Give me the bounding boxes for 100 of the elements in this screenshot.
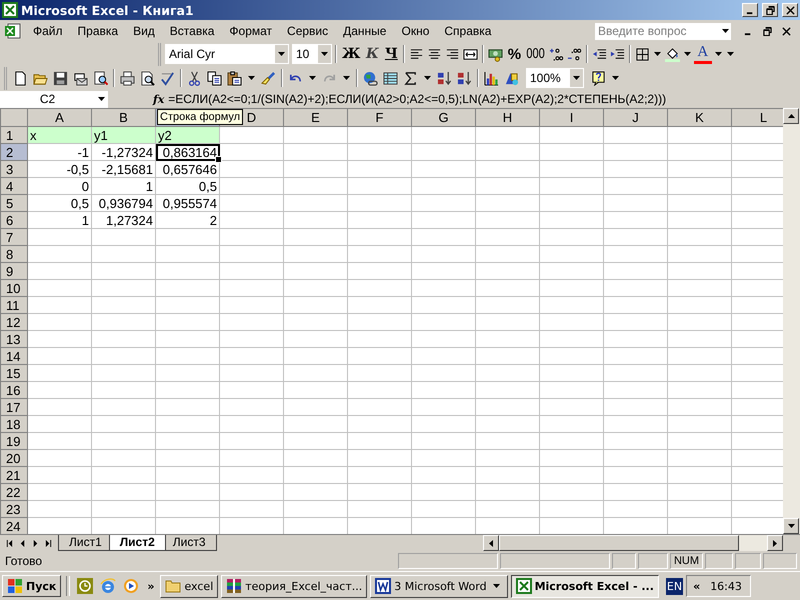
caret-icon[interactable] bbox=[309, 76, 316, 80]
start-button[interactable]: Пуск bbox=[2, 575, 62, 597]
percent-button[interactable]: % bbox=[505, 43, 524, 65]
scroll-down-icon[interactable] bbox=[788, 524, 794, 528]
column-header[interactable]: A bbox=[28, 108, 92, 126]
name-box[interactable]: C2 bbox=[0, 90, 108, 108]
row-header[interactable]: 3 bbox=[0, 160, 28, 178]
fill-handle[interactable] bbox=[215, 156, 222, 163]
restore-icon[interactable] bbox=[766, 6, 774, 14]
last-sheet-icon[interactable] bbox=[45, 540, 52, 546]
row-header[interactable]: 9 bbox=[0, 262, 28, 280]
row-header[interactable]: 11 bbox=[0, 296, 28, 314]
caret-icon[interactable] bbox=[248, 76, 255, 80]
media-player-icon[interactable] bbox=[123, 578, 140, 594]
font-size-dropdown[interactable]: 10 bbox=[292, 44, 332, 64]
formula-field[interactable]: =ЕСЛИ(A2<=0;1/(SIN(A2)+2);ЕСЛИ(И(A2>0;A2<=0,5);LN(A2)+EXP(A2);2*СТЕПЕНЬ(A2;2))) bbox=[168, 92, 666, 106]
column-header[interactable]: J bbox=[604, 108, 668, 126]
previous-sheet-icon[interactable] bbox=[19, 540, 26, 546]
taskbar-button[interactable]: excel bbox=[160, 574, 218, 598]
row-header[interactable]: 2 bbox=[0, 144, 28, 160]
show-hidden-icons-button[interactable]: « bbox=[693, 580, 700, 592]
column-header[interactable]: E bbox=[284, 108, 348, 126]
caret-icon[interactable] bbox=[612, 76, 619, 80]
scroll-left-icon[interactable] bbox=[489, 540, 493, 546]
menu-item[interactable]: Сервис bbox=[280, 24, 336, 38]
restore-icon[interactable] bbox=[763, 26, 772, 36]
taskbar-button[interactable]: Microsoft Excel - ... bbox=[510, 574, 659, 598]
caret-icon[interactable] bbox=[278, 52, 285, 56]
caret-icon[interactable] bbox=[722, 29, 729, 33]
italic-button[interactable]: К bbox=[363, 43, 382, 65]
first-sheet-icon[interactable] bbox=[6, 540, 13, 546]
row-header[interactable]: 6 bbox=[0, 212, 28, 228]
sheet-tab[interactable]: Лист2 bbox=[108, 535, 166, 551]
row-header[interactable]: 24 bbox=[0, 518, 28, 534]
column-header[interactable]: L bbox=[732, 108, 783, 126]
row-header[interactable]: 19 bbox=[0, 432, 28, 450]
taskbar-button[interactable]: теория_Excel_част... bbox=[221, 574, 368, 598]
next-sheet-icon[interactable] bbox=[32, 540, 39, 546]
menu-item[interactable]: Вставка bbox=[162, 24, 222, 38]
row-header[interactable]: 18 bbox=[0, 416, 28, 432]
insert-function-button[interactable]: fx bbox=[153, 92, 164, 106]
caret-icon[interactable] bbox=[424, 76, 431, 80]
row-header[interactable]: 5 bbox=[0, 194, 28, 212]
language-indicator[interactable]: EN bbox=[666, 578, 684, 594]
caret-icon[interactable] bbox=[343, 76, 350, 80]
column-header[interactable]: I bbox=[540, 108, 604, 126]
menu-item[interactable]: Справка bbox=[437, 24, 500, 38]
menu-item[interactable]: Правка bbox=[70, 24, 126, 38]
vertical-scrollbar[interactable] bbox=[783, 108, 800, 534]
column-header[interactable]: B bbox=[92, 108, 156, 126]
menu-item[interactable]: Вид bbox=[126, 24, 163, 38]
column-header[interactable]: K bbox=[668, 108, 732, 126]
column-header[interactable]: F bbox=[348, 108, 412, 126]
row-header[interactable]: 7 bbox=[0, 228, 28, 246]
scroll-up-icon[interactable] bbox=[788, 114, 794, 118]
row-header[interactable]: 21 bbox=[0, 466, 28, 484]
close-button[interactable] bbox=[782, 3, 798, 17]
caret-icon[interactable] bbox=[321, 52, 328, 56]
row-header[interactable]: 16 bbox=[0, 382, 28, 398]
minimize-button[interactable] bbox=[742, 3, 758, 17]
more-button[interactable]: » bbox=[147, 580, 154, 592]
zoom-dropdown[interactable]: 100% bbox=[526, 68, 584, 88]
row-header[interactable]: 1 bbox=[0, 126, 28, 144]
row-header[interactable]: 20 bbox=[0, 450, 28, 466]
close-icon[interactable] bbox=[782, 26, 791, 36]
menu-item[interactable]: Формат bbox=[222, 24, 280, 38]
row-header[interactable]: 23 bbox=[0, 500, 28, 518]
question-field[interactable]: Введите вопрос bbox=[595, 22, 731, 40]
close-icon[interactable] bbox=[786, 6, 794, 14]
browser-icon[interactable] bbox=[100, 578, 116, 594]
row-header[interactable]: 15 bbox=[0, 364, 28, 382]
menu-item[interactable]: Данные bbox=[336, 24, 394, 38]
caret-icon[interactable] bbox=[573, 76, 580, 80]
clock-icon[interactable] bbox=[77, 578, 94, 594]
caret-icon[interactable] bbox=[98, 97, 105, 101]
row-header[interactable]: 22 bbox=[0, 484, 28, 500]
bold-button[interactable]: Ж bbox=[340, 43, 362, 65]
thousands-button[interactable]: 000 bbox=[524, 40, 547, 68]
font-color-button[interactable]: A bbox=[694, 44, 712, 64]
column-header[interactable]: G bbox=[412, 108, 476, 126]
row-header[interactable]: 12 bbox=[0, 314, 28, 330]
font-dropdown[interactable]: Arial Cyr bbox=[165, 44, 289, 64]
restore-button[interactable] bbox=[762, 3, 778, 17]
caret-icon[interactable] bbox=[492, 584, 500, 588]
row-header[interactable]: 13 bbox=[0, 330, 28, 348]
caret-icon[interactable] bbox=[684, 52, 691, 56]
row-header[interactable]: 17 bbox=[0, 398, 28, 416]
menu-item[interactable]: Файл bbox=[26, 24, 71, 38]
menu-item[interactable]: Окно bbox=[394, 24, 438, 38]
horizontal-scrollbar[interactable] bbox=[483, 535, 783, 551]
row-header[interactable]: 10 bbox=[0, 280, 28, 296]
column-header[interactable]: H bbox=[476, 108, 540, 126]
row-header[interactable]: 8 bbox=[0, 246, 28, 262]
underline-button[interactable]: Ч bbox=[382, 43, 400, 65]
row-header[interactable]: 14 bbox=[0, 348, 28, 364]
caret-icon[interactable] bbox=[654, 52, 661, 56]
scroll-right-icon[interactable] bbox=[773, 540, 777, 546]
row-header[interactable]: 4 bbox=[0, 178, 28, 194]
workbook-icon[interactable] bbox=[4, 23, 22, 39]
taskbar-button[interactable]: 3 Microsoft Word bbox=[370, 574, 508, 598]
